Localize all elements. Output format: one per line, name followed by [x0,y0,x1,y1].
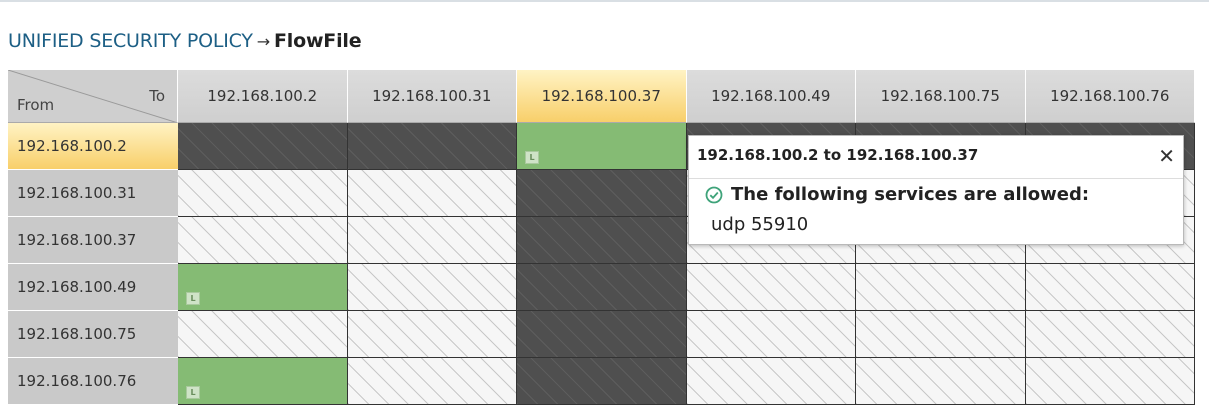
matrix-cell-allowed[interactable]: L [178,358,348,405]
matrix-cell[interactable] [686,264,856,311]
column-header[interactable]: 192.168.100.49 [686,70,856,123]
matrix-cell[interactable] [856,358,1026,405]
matrix-cell[interactable] [686,358,856,405]
popup-title: 192.168.100.2 to 192.168.100.37 [697,146,979,164]
check-circle-icon [705,186,723,203]
matrix-cell[interactable] [347,358,517,405]
column-header[interactable]: 192.168.100.75 [856,70,1026,123]
row-header[interactable]: 192.168.100.2 [8,123,178,170]
matrix-cell-self[interactable] [347,123,517,170]
row-header[interactable]: 192.168.100.37 [8,217,178,264]
matrix-cell-allowed[interactable]: L [517,123,687,170]
matrix-cell[interactable] [1025,358,1195,405]
matrix-cell[interactable] [178,311,348,358]
breadcrumb-arrow-icon: → [256,32,270,51]
corner-from-label: From [17,96,55,114]
log-badge-icon: L [525,151,539,164]
column-header[interactable]: 192.168.100.76 [1025,70,1195,123]
popup-message-text: The following services are allowed: [731,184,1090,205]
corner-to-label: To [149,87,165,105]
log-badge-icon: L [186,386,200,399]
matrix-cell[interactable] [347,311,517,358]
flow-details-popup: 192.168.100.2 to 192.168.100.37 ✕ The fo… [688,135,1184,245]
matrix-cell[interactable] [178,170,348,217]
matrix-cell-self[interactable] [517,264,687,311]
row-header[interactable]: 192.168.100.31 [8,170,178,217]
top-rule [0,0,1209,2]
matrix-corner: To From [8,70,178,123]
breadcrumb-current: FlowFile [274,30,362,52]
matrix-cell[interactable] [178,217,348,264]
matrix-cell[interactable] [856,311,1026,358]
column-header[interactable]: 192.168.100.2 [178,70,348,123]
column-header[interactable]: 192.168.100.37 [517,70,687,123]
matrix-cell[interactable] [1025,264,1195,311]
breadcrumb: UNIFIED SECURITY POLICY → FlowFile [8,30,362,52]
popup-divider [689,178,1183,179]
matrix-cell-self[interactable] [517,170,687,217]
matrix-cell-self[interactable] [517,358,687,405]
column-header[interactable]: 192.168.100.31 [347,70,517,123]
matrix-cell[interactable] [347,217,517,264]
matrix-cell[interactable] [1025,311,1195,358]
breadcrumb-parent-link[interactable]: UNIFIED SECURITY POLICY [8,30,253,52]
matrix-cell-allowed[interactable]: L [178,264,348,311]
matrix-cell-self[interactable] [517,217,687,264]
popup-message: The following services are allowed: [705,184,1089,205]
matrix-cell[interactable] [686,311,856,358]
matrix-cell[interactable] [347,170,517,217]
popup-services: udp 55910 [711,214,809,235]
matrix-cell[interactable] [347,264,517,311]
log-badge-icon: L [186,292,200,305]
close-icon[interactable]: ✕ [1158,144,1175,168]
row-header[interactable]: 192.168.100.49 [8,264,178,311]
matrix-cell[interactable] [856,264,1026,311]
matrix-cell-self[interactable] [178,123,348,170]
row-header[interactable]: 192.168.100.75 [8,311,178,358]
matrix-cell-self[interactable] [517,311,687,358]
row-header[interactable]: 192.168.100.76 [8,358,178,405]
